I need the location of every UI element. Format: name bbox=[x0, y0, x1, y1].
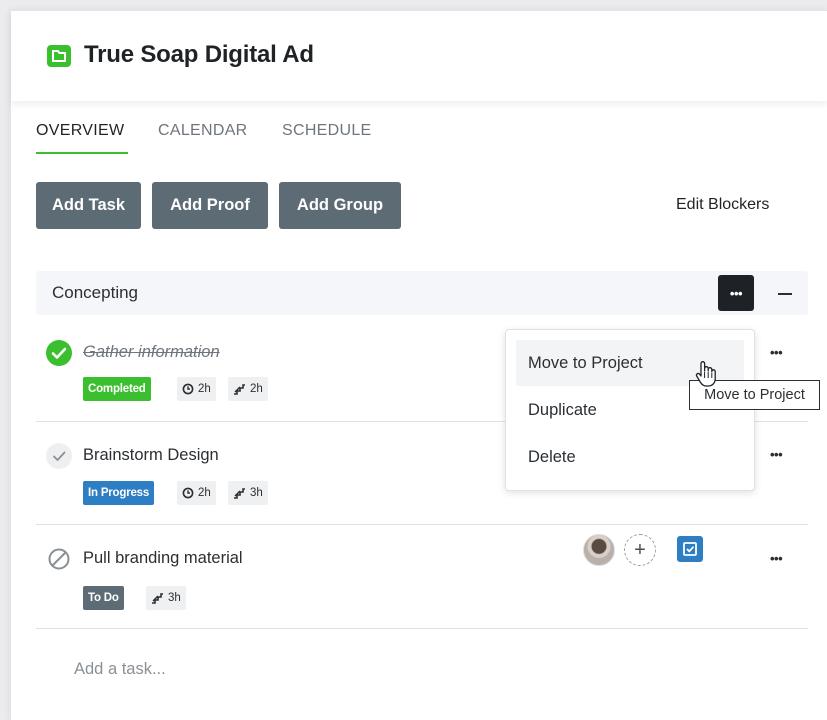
task-name[interactable]: Gather information bbox=[83, 343, 220, 362]
group-title: Concepting bbox=[52, 283, 139, 302]
tab-overview[interactable]: OVERVIEW bbox=[36, 122, 124, 140]
effort-chip: 2h bbox=[228, 377, 268, 401]
time-chip: 2h bbox=[177, 481, 216, 505]
hand-cursor-icon bbox=[695, 361, 716, 387]
effort-value: 3h bbox=[168, 592, 181, 604]
add-assignee-icon[interactable]: + bbox=[624, 534, 656, 566]
status-badge[interactable]: Completed bbox=[83, 377, 151, 401]
effort-chip: 3h bbox=[146, 586, 186, 610]
clock-icon bbox=[182, 383, 194, 395]
context-menu: Move to Project Duplicate Delete bbox=[505, 329, 755, 491]
divider bbox=[36, 524, 808, 525]
task-more-button[interactable]: ••• bbox=[770, 447, 783, 462]
effort-chip: 3h bbox=[228, 481, 268, 505]
effort-icon bbox=[234, 384, 245, 395]
effort-icon bbox=[152, 593, 163, 604]
task-name[interactable]: Brainstorm Design bbox=[83, 446, 219, 465]
project-header: True Soap Digital Ad bbox=[11, 11, 827, 101]
add-proof-button[interactable]: Add Proof bbox=[152, 182, 268, 229]
clock-icon bbox=[182, 487, 194, 499]
add-task-button[interactable]: Add Task bbox=[36, 182, 141, 229]
edit-blockers-link[interactable]: Edit Blockers bbox=[676, 196, 769, 214]
approval-checkbox-icon[interactable] bbox=[677, 536, 703, 562]
check-circle-icon[interactable] bbox=[46, 443, 72, 469]
avatar[interactable] bbox=[583, 534, 615, 566]
tab-calendar[interactable]: CALENDAR bbox=[158, 122, 248, 140]
check-circle-icon[interactable] bbox=[46, 340, 72, 366]
folder-icon bbox=[47, 45, 71, 67]
task-more-button[interactable]: ••• bbox=[770, 345, 783, 360]
project-title: True Soap Digital Ad bbox=[84, 41, 314, 68]
blocked-icon[interactable] bbox=[46, 546, 72, 572]
effort-value: 2h bbox=[250, 383, 263, 395]
task-name[interactable]: Pull branding material bbox=[83, 549, 243, 568]
collapse-icon[interactable] bbox=[778, 293, 792, 295]
effort-value: 3h bbox=[250, 487, 263, 499]
status-badge[interactable]: To Do bbox=[83, 586, 124, 610]
group-more-button[interactable]: ••• bbox=[718, 275, 754, 311]
task-more-button[interactable]: ••• bbox=[770, 551, 783, 566]
effort-icon bbox=[234, 488, 245, 499]
add-group-button[interactable]: Add Group bbox=[279, 182, 401, 229]
add-task-input[interactable]: Add a task... bbox=[74, 660, 166, 679]
menu-item-delete[interactable]: Delete bbox=[516, 434, 744, 480]
tab-schedule[interactable]: SCHEDULE bbox=[282, 122, 372, 140]
group-header[interactable]: Concepting ••• bbox=[36, 271, 808, 315]
time-value: 2h bbox=[198, 383, 211, 395]
status-badge[interactable]: In Progress bbox=[83, 481, 155, 505]
time-chip: 2h bbox=[177, 377, 216, 401]
active-tab-indicator bbox=[36, 152, 128, 154]
divider bbox=[36, 628, 808, 629]
time-value: 2h bbox=[198, 487, 211, 499]
